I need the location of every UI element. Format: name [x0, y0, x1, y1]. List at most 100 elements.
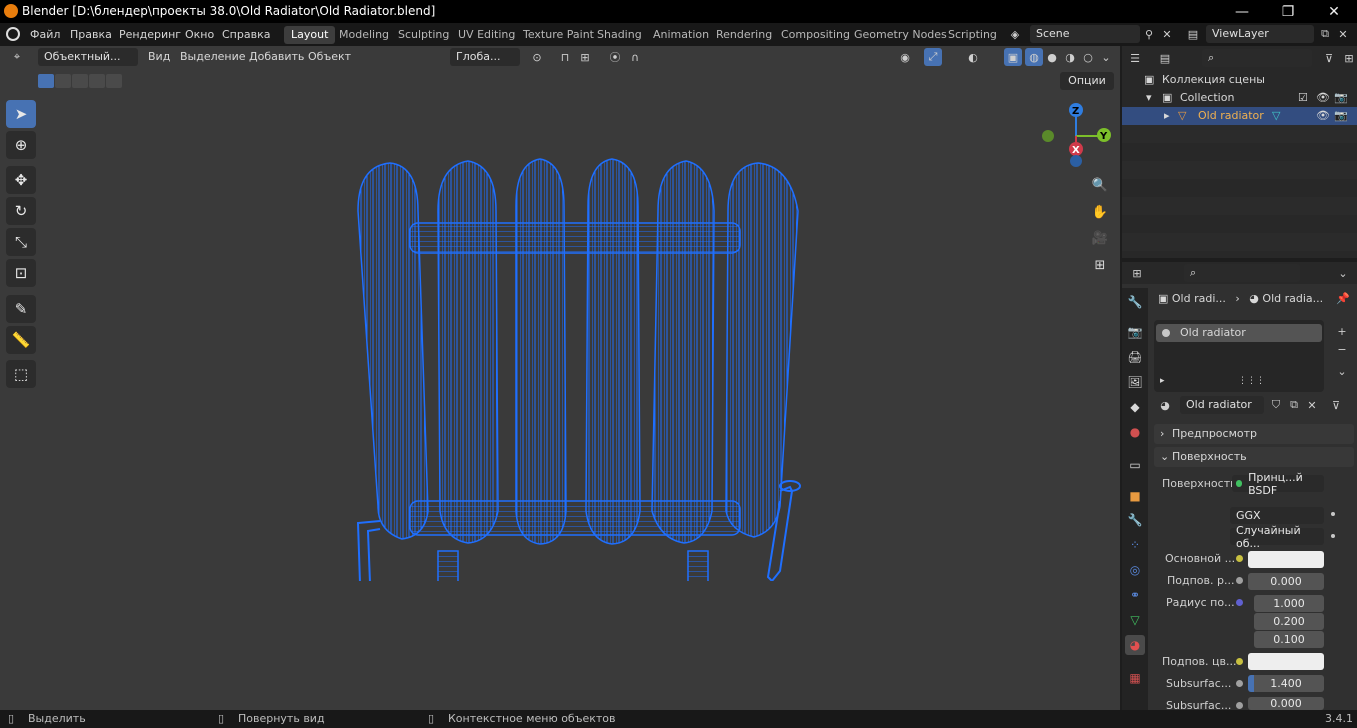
tab-geometry-nodes[interactable]: Geometry Nodes [847, 26, 954, 44]
radius-x-field[interactable]: 1.000 [1254, 595, 1324, 612]
maximize-icon[interactable]: ❐ [1265, 0, 1311, 23]
collection-tab-icon[interactable]: ▭ [1125, 455, 1145, 475]
select-intersect-icon[interactable] [106, 74, 122, 88]
select-subtract-icon[interactable] [72, 74, 88, 88]
orientation-dropdown[interactable]: Глоба... [450, 48, 520, 66]
solid-shading-icon[interactable]: ● [1043, 48, 1061, 66]
scene-close-icon[interactable]: ✕ [1158, 25, 1176, 43]
tab-sculpting[interactable]: Sculpting [391, 26, 456, 44]
add-slot-icon[interactable]: + [1333, 322, 1351, 340]
navigation-gizmo[interactable]: Z Y X [1030, 100, 1120, 170]
annotate-tool-icon[interactable]: ✎ [6, 295, 36, 323]
view-layer-tab-icon[interactable]: 🖼 [1125, 372, 1145, 392]
checkbox-icon[interactable]: ☑ [1298, 91, 1308, 104]
tab-layout[interactable]: Layout [284, 26, 336, 44]
menu-file[interactable]: Файл [30, 28, 60, 41]
scene-icon[interactable]: ◈ [1006, 25, 1024, 43]
menu-edit[interactable]: Правка [70, 28, 112, 41]
blender-menu-icon[interactable] [6, 27, 20, 41]
snap-target-icon[interactable]: ⊞ [576, 48, 594, 66]
pin-icon[interactable]: 📌 [1334, 289, 1352, 307]
radius-z-field[interactable]: 0.100 [1254, 631, 1324, 648]
filter-icon[interactable]: ⊽ [1320, 49, 1338, 67]
menu-help[interactable]: Справка [222, 28, 270, 41]
menu-window[interactable]: Окно [185, 28, 214, 41]
browse-material-icon[interactable]: ◕ [1156, 396, 1174, 414]
properties-editor-icon[interactable]: ⊞ [1128, 264, 1146, 282]
subsurface-aniso-field[interactable]: 0.000 [1248, 697, 1324, 710]
subsurface-method-dropdown[interactable]: Случайный об... [1230, 524, 1324, 550]
viewlayer-new-icon[interactable]: ⧉ [1316, 25, 1334, 43]
radiator-wireframe[interactable] [340, 151, 820, 581]
measure-tool-icon[interactable]: 📏 [6, 326, 36, 354]
subsurface-color-swatch[interactable] [1248, 653, 1324, 670]
material-tab-icon[interactable]: ◕ [1125, 635, 1145, 655]
distribution-dropdown[interactable]: GGX [1230, 507, 1324, 524]
material-name-field[interactable]: Old radiator [1180, 396, 1264, 414]
camera-icon[interactable]: 🎥 [1088, 226, 1112, 250]
viewlayer-close-icon[interactable]: ✕ [1334, 25, 1352, 43]
rendered-shading-icon[interactable]: ○ [1079, 48, 1097, 66]
render-camera-icon[interactable]: 📷 [1334, 109, 1348, 122]
unlink-material-icon[interactable]: ✕ [1303, 396, 1321, 414]
render-camera-icon[interactable]: 📷 [1334, 91, 1348, 104]
output-tab-icon[interactable]: 🖨 [1125, 347, 1145, 367]
object-tab-icon[interactable]: ■ [1125, 486, 1145, 506]
expand-icon[interactable]: ▸ [1164, 109, 1170, 122]
eye-icon[interactable]: 👁 [1316, 109, 1330, 122]
display-mode-icon[interactable]: ▤ [1156, 49, 1174, 67]
tab-uv-editing[interactable]: UV Editing [451, 26, 522, 44]
subsurface-ior-field[interactable]: 1.400 [1248, 675, 1324, 692]
resize-handle-icon[interactable]: ⋮⋮⋮ [1238, 376, 1265, 386]
select-invert-icon[interactable] [89, 74, 105, 88]
menu-view[interactable]: Вид [148, 50, 170, 63]
node-link-icon[interactable]: ⊽ [1327, 396, 1345, 414]
physics-tab-icon[interactable]: ◎ [1125, 560, 1145, 580]
data-tab-icon[interactable]: ▽ [1125, 610, 1145, 630]
tab-modeling[interactable]: Modeling [332, 26, 396, 44]
editor-type-icon[interactable]: ⌖ [8, 48, 26, 66]
scene-tab-icon[interactable]: ◆ [1125, 397, 1145, 417]
expand-icon[interactable]: ▾ [1146, 91, 1152, 104]
grid-icon[interactable]: ⊞ [1088, 253, 1112, 277]
material-slot-row[interactable]: Old radiator [1156, 324, 1322, 342]
proportional-icon[interactable]: ⦿ [606, 48, 624, 66]
slot-menu-icon[interactable]: ⌄ [1333, 362, 1351, 380]
viewlayer-field[interactable]: ViewLayer [1206, 25, 1314, 43]
material-shading-icon[interactable]: ◑ [1061, 48, 1079, 66]
particles-tab-icon[interactable]: ⁘ [1125, 535, 1145, 555]
overlay-icon[interactable]: ◐ [964, 48, 982, 66]
select-extend-icon[interactable] [55, 74, 71, 88]
wireframe-shading-icon[interactable]: ◍ [1025, 48, 1043, 66]
snap-icon[interactable]: ⊓ [556, 48, 574, 66]
properties-search[interactable]: ⌕ [1184, 264, 1300, 282]
surface-shader-field[interactable]: Принц...й BSDF [1232, 471, 1324, 497]
scale-tool-icon[interactable]: ⤡ [6, 228, 36, 256]
close-icon[interactable]: ✕ [1311, 0, 1357, 23]
cursor-tool-icon[interactable]: ⊕ [6, 131, 36, 159]
modifier-tab-icon[interactable]: 🔧 [1125, 510, 1145, 530]
move-tool-icon[interactable]: ✥ [6, 166, 36, 194]
menu-render[interactable]: Рендеринг [119, 28, 181, 41]
outliner-row-old-radiator[interactable]: ▸ ▽ Old radiator ▽ 👁 📷 [1122, 107, 1357, 125]
expand-icon[interactable]: ▸ [1160, 376, 1165, 386]
menu-object[interactable]: Объект [308, 50, 351, 63]
scene-field[interactable]: Scene [1030, 25, 1140, 43]
viewlayer-icon[interactable]: ▤ [1184, 25, 1202, 43]
duplicate-material-icon[interactable]: ⧉ [1285, 396, 1303, 414]
render-tab-icon[interactable]: 📷 [1125, 322, 1145, 342]
base-color-swatch[interactable] [1248, 551, 1324, 568]
tab-rendering[interactable]: Rendering [709, 26, 779, 44]
xray-icon[interactable]: ▣ [1004, 48, 1022, 66]
visibility-icon[interactable]: ◉ [896, 48, 914, 66]
minimize-icon[interactable]: — [1219, 0, 1265, 23]
rotate-tool-icon[interactable]: ↻ [6, 197, 36, 225]
menu-add[interactable]: Добавить [249, 50, 304, 63]
tab-texture-paint[interactable]: Texture Paint [516, 26, 601, 44]
texture-tab-icon[interactable]: ▦ [1125, 668, 1145, 688]
tab-animation[interactable]: Animation [646, 26, 716, 44]
outliner-search[interactable]: ⌕ [1202, 49, 1312, 67]
zoom-icon[interactable]: 🔍 [1088, 173, 1112, 197]
outliner-editor-icon[interactable]: ☰ [1126, 49, 1144, 67]
transform-tool-icon[interactable]: ⊡ [6, 259, 36, 287]
